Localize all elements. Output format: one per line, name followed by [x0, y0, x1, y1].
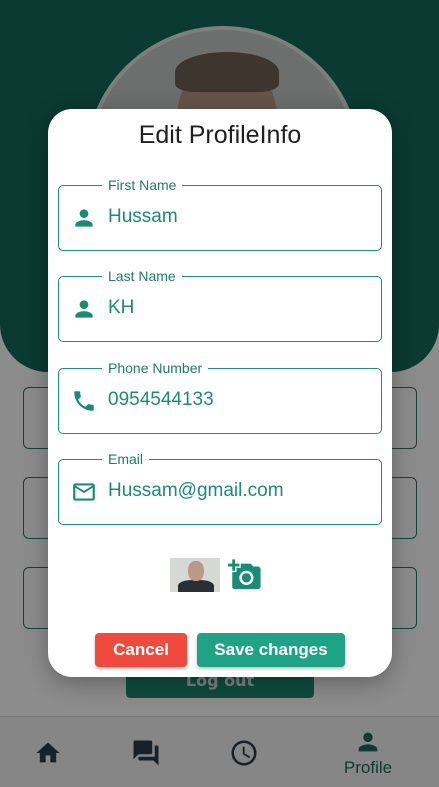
- field-label: Phone Number: [102, 359, 209, 377]
- dialog-title: Edit ProfileInfo: [138, 121, 302, 149]
- email-value[interactable]: Hussam@gmail.com: [108, 480, 284, 502]
- phone-number-field[interactable]: Phone Number 0954544133: [58, 359, 382, 434]
- first-name-value[interactable]: Hussam: [108, 206, 178, 228]
- last-name-value[interactable]: KH: [108, 297, 134, 319]
- field-label: First Name: [102, 176, 183, 194]
- email-field[interactable]: Email Hussam@gmail.com: [58, 450, 382, 525]
- phone-number-value[interactable]: 0954544133: [108, 389, 214, 411]
- save-changes-button[interactable]: Save changes: [197, 633, 345, 667]
- first-name-field[interactable]: First Name Hussam: [58, 176, 382, 251]
- email-icon: [73, 483, 95, 501]
- field-label: Last Name: [102, 267, 182, 285]
- person-icon: [75, 300, 93, 318]
- person-icon: [75, 209, 93, 227]
- field-label: Email: [102, 450, 150, 468]
- phone-icon: [74, 391, 94, 411]
- edit-profile-dialog: Edit ProfileInfo First Name Hussam Last …: [48, 109, 392, 677]
- add-photo-icon[interactable]: [228, 558, 262, 592]
- cancel-button[interactable]: Cancel: [95, 633, 187, 667]
- last-name-field[interactable]: Last Name KH: [58, 267, 382, 342]
- profile-photo-thumbnail: [170, 558, 220, 592]
